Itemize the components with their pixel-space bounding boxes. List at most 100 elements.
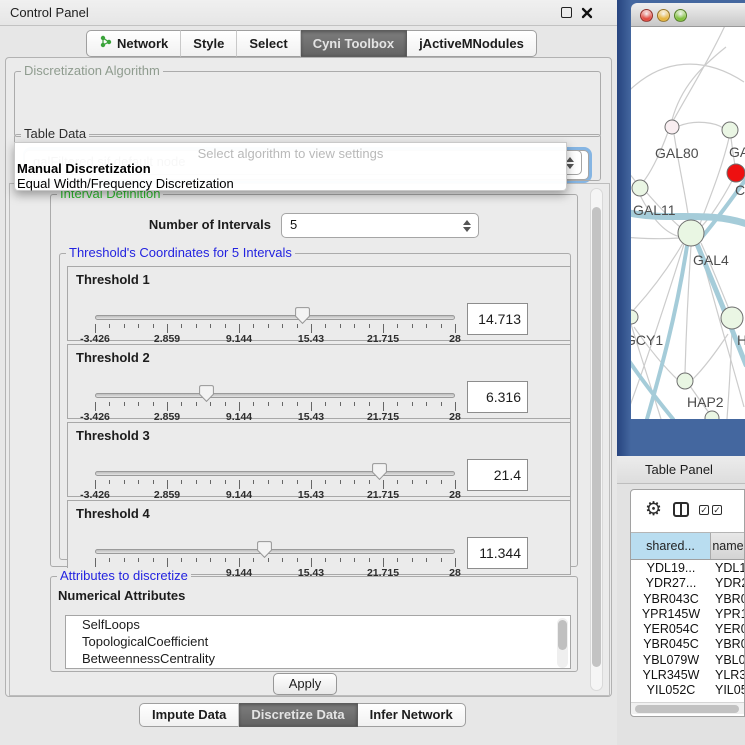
attribute-list-item[interactable]: BetweennessCentrality bbox=[66, 650, 570, 667]
table-row[interactable]: YDR27...YDR27 bbox=[631, 576, 745, 591]
column-header-name[interactable]: name bbox=[711, 533, 745, 559]
tick-mark bbox=[181, 480, 182, 484]
slider-track[interactable] bbox=[95, 471, 455, 476]
network-edge bbox=[631, 64, 744, 97]
gear-icon[interactable]: ⚙ bbox=[645, 498, 662, 520]
thresholds-container: Threshold 1-3.4262.8599.14415.4321.71528… bbox=[60, 266, 571, 578]
table-toolbar: ⚙ ✓ ✓ bbox=[631, 490, 745, 532]
tick-mark bbox=[325, 402, 326, 406]
tick-mark bbox=[239, 480, 240, 489]
cell-shared-name: YBR043C bbox=[631, 592, 711, 607]
tab-discretize-data[interactable]: Discretize Data bbox=[239, 703, 357, 727]
tick-mark bbox=[455, 480, 456, 489]
close-icon[interactable] bbox=[581, 7, 593, 19]
network-canvas[interactable]: GAL80GACGAL11GAL4GCY1HHAP2 bbox=[631, 27, 745, 419]
slider-track[interactable] bbox=[95, 393, 455, 398]
network-graph: GAL80GACGAL11GAL4GCY1HHAP2 bbox=[631, 27, 745, 419]
content-scrollbar[interactable] bbox=[590, 188, 603, 691]
table-row[interactable]: YBR045CYBR04 bbox=[631, 637, 745, 652]
network-node[interactable] bbox=[705, 411, 719, 419]
columns-icon[interactable] bbox=[673, 502, 689, 517]
tab-jactivemnodules[interactable]: jActiveMNodules bbox=[407, 30, 537, 57]
tick-mark bbox=[239, 324, 240, 333]
network-node-label: H bbox=[737, 332, 745, 348]
attribute-list-item[interactable]: SelfLoops bbox=[66, 616, 570, 633]
table-row[interactable]: YIL052CYIL05 bbox=[631, 683, 745, 698]
tick-mark bbox=[354, 480, 355, 484]
attribute-list-item[interactable]: TopologicalCoefficient bbox=[66, 633, 570, 650]
slider-thumb[interactable] bbox=[372, 463, 387, 480]
content-scrollbar-thumb[interactable] bbox=[592, 207, 601, 667]
combo-arrows-icon bbox=[566, 157, 574, 169]
network-edge bbox=[631, 241, 685, 419]
attributes-scrollbar-thumb[interactable] bbox=[558, 620, 567, 650]
network-edge bbox=[631, 237, 679, 239]
number-of-intervals-select[interactable]: 5 bbox=[281, 213, 479, 238]
column-header-shared-[interactable]: shared... bbox=[631, 533, 711, 559]
algorithm-option-manual[interactable]: Manual Discretization bbox=[17, 161, 151, 176]
tab-label: Select bbox=[249, 36, 287, 51]
tick-mark bbox=[412, 480, 413, 484]
tab-infer-network[interactable]: Infer Network bbox=[358, 703, 466, 727]
table-row[interactable]: YDL19...YDL19 bbox=[631, 561, 745, 576]
table-row[interactable]: YBL079WYBL07 bbox=[631, 653, 745, 668]
cell-shared-name: YBR045C bbox=[631, 637, 711, 652]
tick-mark bbox=[441, 324, 442, 328]
number-of-intervals-label: Number of Intervals bbox=[71, 217, 271, 232]
apply-button[interactable]: Apply bbox=[273, 673, 337, 695]
network-node[interactable] bbox=[677, 373, 693, 389]
tick-mark bbox=[397, 558, 398, 562]
tab-network[interactable]: Network bbox=[86, 30, 181, 57]
slider-track[interactable] bbox=[95, 315, 455, 320]
network-node[interactable] bbox=[721, 307, 743, 329]
tab-select[interactable]: Select bbox=[237, 30, 300, 57]
tick-mark bbox=[109, 558, 110, 562]
threshold-value-field[interactable]: 21.4 bbox=[467, 459, 528, 491]
network-node[interactable] bbox=[631, 310, 638, 324]
slider-thumb[interactable] bbox=[295, 307, 310, 324]
slider-thumb[interactable] bbox=[257, 541, 272, 558]
tick-mark bbox=[441, 480, 442, 484]
threshold-value-field[interactable]: 14.713 bbox=[467, 303, 528, 335]
table-scrollbar-thumb[interactable] bbox=[635, 705, 739, 713]
tab-label: Impute Data bbox=[152, 707, 226, 722]
tick-mark bbox=[225, 558, 226, 562]
table-horizontal-scrollbar[interactable] bbox=[631, 702, 745, 714]
mac-zoom-light[interactable] bbox=[674, 9, 687, 22]
tick-mark bbox=[153, 480, 154, 484]
mac-minimize-light[interactable] bbox=[657, 9, 670, 22]
tab-cyni-toolbox[interactable]: Cyni Toolbox bbox=[301, 30, 407, 57]
tick-mark bbox=[95, 324, 96, 333]
table-row[interactable]: YBR043CYBR04 bbox=[631, 592, 745, 607]
slider-thumb[interactable] bbox=[199, 385, 214, 402]
network-node[interactable] bbox=[678, 220, 704, 246]
tab-impute-data[interactable]: Impute Data bbox=[139, 703, 239, 727]
network-node[interactable] bbox=[722, 122, 738, 138]
table-panel-title: Table Panel bbox=[645, 462, 713, 477]
network-node[interactable] bbox=[632, 180, 648, 196]
mac-close-light[interactable] bbox=[640, 9, 653, 22]
tick-mark bbox=[354, 324, 355, 328]
checkbox-icon[interactable]: ✓ bbox=[699, 505, 709, 515]
float-window-icon[interactable] bbox=[561, 7, 572, 18]
threshold-value-field[interactable]: 6.316 bbox=[467, 381, 528, 413]
network-node[interactable] bbox=[727, 164, 745, 182]
table-row[interactable]: YPR145WYPR14 bbox=[631, 607, 745, 622]
slider-track[interactable] bbox=[95, 549, 455, 554]
numerical-attributes-list[interactable]: SelfLoopsTopologicalCoefficientBetweenne… bbox=[65, 615, 571, 669]
table-row[interactable]: YLR345WYLR34 bbox=[631, 668, 745, 683]
tab-style[interactable]: Style bbox=[181, 30, 237, 57]
tick-mark bbox=[167, 324, 168, 333]
threshold-label: Threshold 2 bbox=[76, 350, 150, 365]
tick-mark bbox=[297, 324, 298, 328]
checkbox-icon[interactable]: ✓ bbox=[712, 505, 722, 515]
cell-shared-name: YDR27... bbox=[631, 576, 711, 591]
algorithm-option-equal-width[interactable]: Equal Width/Frequency Discretization bbox=[17, 176, 234, 191]
threshold-value-field[interactable]: 11.344 bbox=[467, 537, 528, 569]
table-row[interactable]: YER054CYER05 bbox=[631, 622, 745, 637]
tick-mark bbox=[153, 402, 154, 406]
attributes-scrollbar[interactable] bbox=[557, 618, 568, 668]
tab-label: Network bbox=[117, 36, 168, 51]
network-node[interactable] bbox=[665, 120, 679, 134]
tick-mark bbox=[138, 480, 139, 484]
